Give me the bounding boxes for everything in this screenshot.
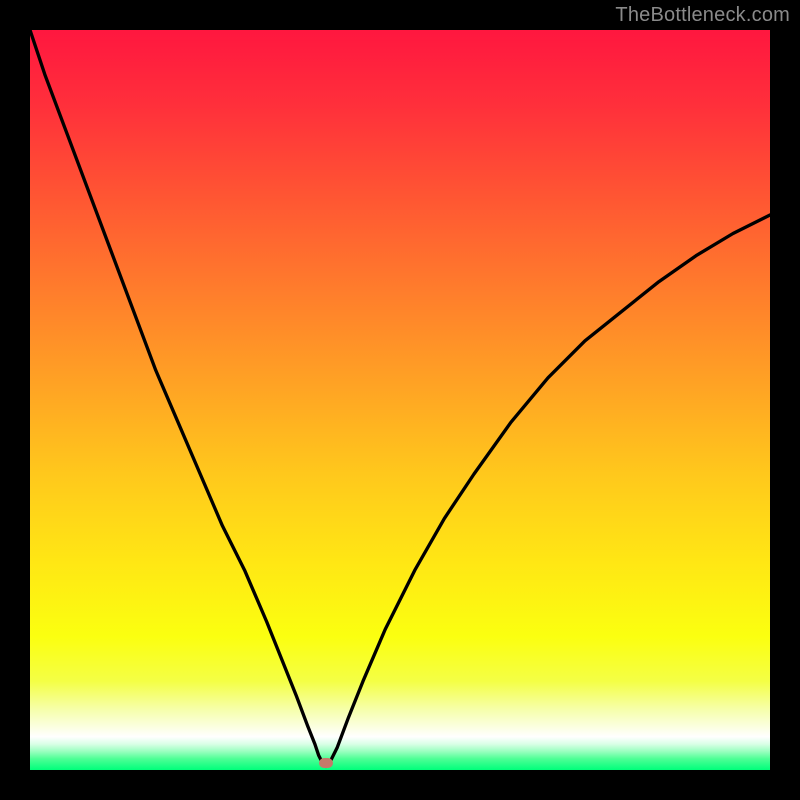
curve — [30, 30, 770, 770]
watermark-text: TheBottleneck.com — [615, 4, 790, 27]
chart-frame: TheBottleneck.com — [0, 0, 800, 800]
plot-area — [30, 30, 770, 770]
optimum-marker — [319, 758, 333, 768]
